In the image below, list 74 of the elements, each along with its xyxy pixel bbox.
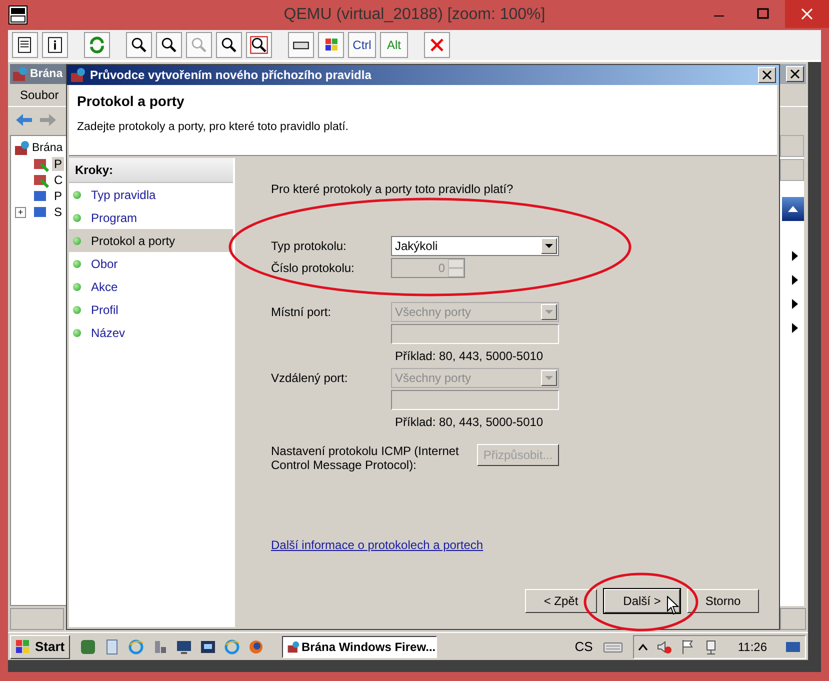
port-input-field[interactable] — [391, 390, 559, 410]
zoom-icon[interactable] — [216, 32, 242, 58]
zoom-icon[interactable] — [246, 32, 272, 58]
wizard-button[interactable]: Další > — [604, 589, 680, 613]
help-link[interactable]: Další informace o protokolech a portech — [271, 538, 484, 552]
submenu-arrow-icon[interactable] — [792, 299, 798, 309]
step-item[interactable]: Název — [69, 321, 233, 344]
page-heading: Protokol a porty — [77, 93, 186, 109]
step-item[interactable]: Typ pravidla — [69, 183, 233, 206]
expand-toggle[interactable]: + — [15, 206, 26, 218]
window-title: Brána — [30, 68, 63, 80]
taskbar-window-button[interactable]: Brána Windows Firew... — [282, 636, 437, 658]
zoom-icon[interactable] — [126, 32, 152, 58]
back-arrow-icon[interactable] — [14, 112, 34, 128]
dialog-title: Průvodce vytvořením nového příchozího pravidla — [90, 68, 372, 82]
protocol-dropdown[interactable]: Jakýkoli — [391, 236, 559, 256]
clock: 11:26 — [738, 640, 767, 654]
dropdown-arrow-icon — [545, 244, 553, 248]
submenu-arrow-icon[interactable] — [792, 251, 798, 261]
key-button[interactable]: Alt — [380, 32, 408, 58]
step-item[interactable]: Obor — [69, 252, 233, 275]
zoom-icon[interactable] — [156, 32, 182, 58]
example-text: Příklad: 80, 443, 5000-5010 — [394, 415, 544, 429]
show-hidden-icons-button[interactable] — [638, 642, 648, 650]
dropdown-arrow-icon — [545, 310, 553, 314]
question-text: Pro které protokoly a porty toto pravidlo platí? — [271, 182, 514, 196]
submenu-arrow-icon[interactable] — [792, 323, 798, 333]
example-text: Příklad: 80, 443, 5000-5010 — [394, 349, 544, 363]
field-label: Nastavení protokolu ICMP (Internet Control Message Protocol): — [271, 444, 460, 472]
field-label: Místní port: — [271, 305, 332, 319]
menu-item[interactable]: Soubor — [14, 86, 65, 104]
port-input-field[interactable] — [391, 324, 559, 344]
windows-flag-icon[interactable] — [318, 32, 344, 58]
mouse-cursor-icon — [667, 596, 679, 615]
language-indicator[interactable]: CS — [574, 639, 593, 654]
key-button[interactable]: Ctrl — [348, 32, 376, 58]
dropdown-arrow-icon — [545, 376, 553, 380]
step-item[interactable]: Protokol a porty — [69, 229, 233, 252]
monitor-icon[interactable] — [176, 638, 192, 654]
field-label: Typ protokolu: — [271, 239, 348, 253]
tree-item[interactable]: P — [52, 157, 64, 171]
wizard-button[interactable]: Storno — [687, 589, 759, 613]
app-logo-icon — [8, 5, 28, 25]
close-button[interactable] — [786, 66, 804, 82]
tree-item[interactable]: S — [52, 205, 64, 219]
steps-header: Kroky: — [69, 158, 233, 183]
wizard-button[interactable]: < Zpět — [525, 589, 597, 613]
page-description: Zadejte protokoly a porty, pro které toto pravidlo platí. — [77, 121, 350, 133]
flag-icon[interactable] — [680, 638, 696, 654]
disconnect-icon[interactable] — [424, 32, 450, 58]
close-button[interactable] — [758, 67, 776, 83]
window-title: QEMU (virtual_20188) [zoom: 100%] — [284, 6, 546, 24]
tree-item[interactable]: Brána — [32, 142, 63, 154]
refresh-icon[interactable] — [84, 32, 110, 58]
windows-icon[interactable] — [200, 638, 216, 654]
step-item[interactable]: Program — [69, 206, 233, 229]
notepad-icon[interactable] — [104, 638, 120, 654]
status-panel — [10, 608, 64, 630]
step-item[interactable]: Akce — [69, 275, 233, 298]
tree-item[interactable]: C — [52, 173, 65, 187]
windows-logo-icon — [15, 638, 31, 654]
speaker-muted-icon[interactable] — [656, 638, 672, 654]
field-label: Číslo protokolu: — [271, 261, 356, 275]
tree-item[interactable]: P — [52, 189, 64, 203]
caret-up-icon — [788, 206, 798, 212]
options-icon[interactable] — [12, 32, 38, 58]
field-label: Vzdálený port: — [271, 371, 349, 385]
keyboard-icon[interactable] — [602, 640, 623, 654]
collapse-button[interactable] — [782, 197, 804, 221]
status-panel — [780, 608, 806, 630]
submenu-arrow-icon[interactable] — [792, 275, 798, 285]
info-icon[interactable] — [42, 32, 68, 58]
step-item[interactable]: Profil — [69, 298, 233, 321]
start-button[interactable]: Start — [10, 634, 70, 658]
